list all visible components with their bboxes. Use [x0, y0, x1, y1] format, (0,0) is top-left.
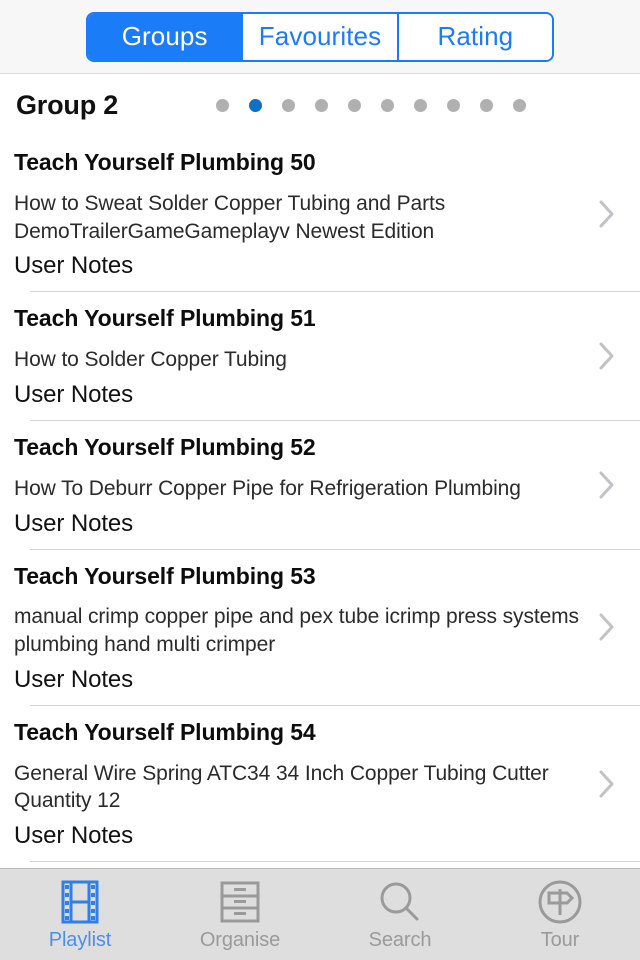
page-title: Group 2 [16, 89, 119, 120]
segmented-control[interactable]: Groups Favourites Rating [86, 11, 554, 62]
list-item-notes: User Notes [14, 380, 134, 408]
chevron-right-icon [598, 199, 616, 229]
list-item-notes: User Notes [14, 665, 134, 693]
list-item[interactable]: Teach Yourself Plumbing 53 manual crimp c… [0, 548, 640, 705]
film-strip-icon [60, 878, 100, 926]
list-item-notes: User Notes [14, 509, 134, 537]
segment-groups[interactable]: Groups [88, 13, 244, 60]
list-item-body[interactable]: Teach Yourself Plumbing 53 manual crimp c… [0, 550, 640, 705]
list-item-description: How To Deburr Copper Pipe for Refrigerat… [14, 476, 521, 500]
list-item[interactable]: Teach Yourself Plumbing 50 How to Sweat S… [0, 136, 640, 291]
magnifier-icon [377, 878, 423, 926]
tab-organise[interactable]: Organise [160, 869, 320, 960]
list-item-title: Teach Yourself Plumbing 52 [14, 433, 316, 460]
chevron-right-icon [598, 470, 616, 500]
chevron-right-icon [598, 612, 616, 642]
tab-organise-label: Organise [199, 928, 281, 951]
page-indicator-dots[interactable] [216, 98, 527, 112]
tab-playlist-label: Playlist [48, 928, 112, 951]
list-item-title: Teach Yourself Plumbing 53 [14, 562, 316, 589]
page-dot-3[interactable] [315, 98, 329, 112]
list-item[interactable]: Teach Yourself Plumbing 51 How to Solder … [0, 291, 640, 420]
list-item-body[interactable]: Teach Yourself Plumbing 51 How to Solder … [0, 292, 640, 420]
list-item-title: Teach Yourself Plumbing 51 [14, 305, 316, 332]
page-dot-8[interactable] [480, 98, 494, 112]
list-item-notes: User Notes [14, 252, 134, 280]
list-item-notes: User Notes [14, 822, 134, 850]
list-item[interactable]: Teach Yourself Plumbing 54 General Wire S… [0, 704, 640, 861]
list-item-body[interactable]: Teach Yourself Plumbing 52 How To Deburr … [0, 421, 640, 549]
list-item-title: Teach Yourself Plumbing 50 [14, 149, 316, 175]
page-dot-0[interactable] [216, 98, 230, 112]
list-item[interactable]: Teach Yourself Plumbing 52 How To Deburr … [0, 419, 640, 549]
signpost-circle-icon [536, 878, 584, 926]
tab-playlist[interactable]: Playlist [0, 869, 160, 960]
bottom-tab-bar: Playlist Organise Search Tour [0, 868, 640, 960]
list-item-body[interactable]: Teach Yourself Plumbing 55 [0, 862, 640, 868]
list-item[interactable]: Teach Yourself Plumbing 55 [0, 861, 640, 868]
page-dot-1[interactable] [249, 98, 263, 112]
tab-search-label: Search [368, 928, 432, 951]
page-dot-4[interactable] [348, 98, 362, 112]
segment-rating[interactable]: Rating [398, 13, 552, 60]
group-header: Group 2 [0, 74, 640, 136]
list-item-description: manual crimp copper pipe and pex tube ic… [14, 605, 579, 657]
segment-favourites[interactable]: Favourites [243, 13, 399, 60]
list-item-body[interactable]: Teach Yourself Plumbing 54 General Wire S… [0, 706, 640, 861]
list-item-title: Teach Yourself Plumbing 54 [14, 718, 316, 745]
list-item-description: How to Sweat Solder Copper Tubing and Pa… [14, 191, 446, 243]
tab-tour-label: Tour [540, 928, 580, 951]
page-dot-2[interactable] [282, 98, 296, 112]
chevron-right-icon [598, 769, 616, 799]
tab-search[interactable]: Search [320, 869, 480, 960]
tab-tour[interactable]: Tour [480, 869, 640, 960]
page-dot-5[interactable] [381, 98, 395, 112]
playlist-list[interactable]: Teach Yourself Plumbing 50 How to Sweat S… [0, 136, 640, 868]
app-root: Groups Favourites Rating Group 2 Teach Y… [0, 0, 640, 960]
chevron-right-icon [598, 341, 616, 371]
list-item-description: General Wire Spring ATC34 34 Inch Copper… [14, 761, 549, 813]
list-item-body[interactable]: Teach Yourself Plumbing 50 How to Sweat S… [0, 136, 640, 291]
list-item-description: How to Solder Copper Tubing [14, 348, 287, 372]
page-dot-6[interactable] [414, 98, 428, 112]
page-dot-7[interactable] [447, 98, 461, 112]
top-bar: Groups Favourites Rating [0, 0, 640, 74]
filing-cabinet-icon [218, 878, 262, 926]
page-dot-9[interactable] [513, 98, 527, 112]
